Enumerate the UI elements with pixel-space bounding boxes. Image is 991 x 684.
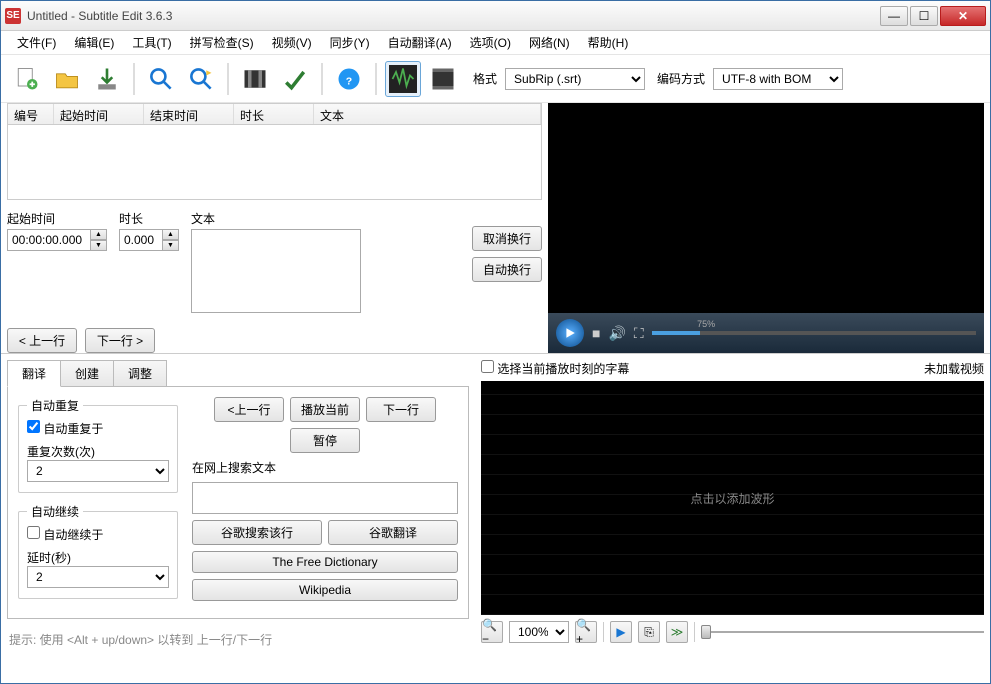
zoom-in-button[interactable]: 🔍+ [575, 621, 597, 643]
free-dictionary-button[interactable]: The Free Dictionary [192, 551, 458, 573]
format-select[interactable]: SubRip (.srt) [505, 68, 645, 90]
tab-create[interactable]: 创建 [60, 360, 114, 386]
new-file-button[interactable] [9, 61, 45, 97]
delay-select[interactable]: 2 [27, 566, 169, 588]
menu-autotranslate[interactable]: 自动翻译(A) [380, 32, 460, 53]
menu-video[interactable]: 视频(V) [264, 32, 320, 53]
col-duration: 时长 [234, 104, 314, 124]
menu-spellcheck[interactable]: 拼写检查(S) [182, 32, 262, 53]
menu-file[interactable]: 文件(F) [9, 32, 64, 53]
app-icon: SE [5, 8, 21, 24]
text-label: 文本 [191, 210, 460, 227]
menu-edit[interactable]: 编辑(E) [66, 32, 122, 53]
no-video-label: 未加载视频 [924, 360, 984, 377]
waveform-button[interactable] [385, 61, 421, 97]
pause-button[interactable]: 暂停 [290, 428, 360, 453]
prev-line-button[interactable]: < 上一行 [7, 328, 77, 353]
bottom-tabs: 翻译 创建 调整 [7, 360, 469, 387]
search-label: 在网上搜索文本 [192, 459, 458, 476]
duration-label: 时长 [119, 210, 179, 227]
zoom-select[interactable]: 100% [509, 621, 569, 643]
window-title: Untitled - Subtitle Edit 3.6.3 [27, 9, 880, 23]
save-button[interactable] [89, 61, 125, 97]
menu-sync[interactable]: 同步(Y) [322, 32, 378, 53]
wave-fastforward-button[interactable]: ≫ [666, 621, 688, 643]
encoding-select[interactable]: UTF-8 with BOM [713, 68, 843, 90]
waveform-placeholder: 点击以添加波形 [690, 490, 774, 507]
duration-input[interactable]: ▲▼ [119, 229, 179, 251]
subtitle-grid-header: 编号 起始时间 结束时间 时长 文本 [7, 103, 542, 125]
toolbar: ? 格式 SubRip (.srt) 编码方式 UTF-8 with BOM [1, 55, 990, 103]
col-end: 结束时间 [144, 104, 234, 124]
col-number: 编号 [8, 104, 54, 124]
hint-text: 提示: 使用 <Alt + up/down> 以转到 上一行/下一行 [7, 627, 469, 652]
subtitle-grid[interactable] [7, 125, 542, 200]
search-prev-button[interactable]: <上一行 [214, 397, 284, 422]
select-current-checkbox[interactable]: 选择当前播放时刻的字幕 [481, 360, 629, 377]
wave-play-button[interactable]: ▶ [610, 621, 632, 643]
zoom-out-button[interactable]: 🔍− [481, 621, 503, 643]
menu-help[interactable]: 帮助(H) [580, 32, 637, 53]
autobreak-button[interactable]: 自动换行 [472, 257, 542, 282]
waveform-area[interactable]: 点击以添加波形 [481, 381, 984, 615]
spellcheck-button[interactable] [277, 61, 313, 97]
auto-continue-group: 自动继续 自动继续于 延时(秒) 2 [18, 503, 178, 599]
start-time-label: 起始时间 [7, 210, 107, 227]
google-search-button[interactable]: 谷歌搜索该行 [192, 520, 322, 545]
col-start: 起始时间 [54, 104, 144, 124]
video-panel[interactable]: ■ 🔊 ⛶ 75% [548, 103, 984, 353]
auto-repeat-checkbox[interactable]: 自动重复于 [27, 422, 103, 436]
video-controls: ■ 🔊 ⛶ 75% [548, 313, 984, 353]
play-current-button[interactable]: 播放当前 [290, 397, 360, 422]
tab-translate[interactable]: 翻译 [7, 360, 61, 387]
menubar: 文件(F) 编辑(E) 工具(T) 拼写检查(S) 视频(V) 同步(Y) 自动… [1, 31, 990, 55]
unbreak-button[interactable]: 取消换行 [472, 226, 542, 251]
auto-repeat-group: 自动重复 自动重复于 重复次数(次) 2 [18, 397, 178, 493]
auto-continue-checkbox[interactable]: 自动继续于 [27, 528, 103, 542]
search-text-input[interactable] [192, 482, 458, 514]
encoding-label: 编码方式 [657, 70, 705, 87]
titlebar: SE Untitled - Subtitle Edit 3.6.3 — ☐ ✕ [1, 1, 990, 31]
help-button[interactable]: ? [331, 61, 367, 97]
volume-icon[interactable]: 🔊 [608, 325, 625, 342]
find-button[interactable] [143, 61, 179, 97]
menu-options[interactable]: 选项(O) [462, 32, 519, 53]
svg-text:?: ? [346, 75, 352, 87]
play-button[interactable] [556, 319, 584, 347]
wikipedia-button[interactable]: Wikipedia [192, 579, 458, 601]
subtitle-text-input[interactable] [191, 229, 361, 313]
delay-label: 延时(秒) [27, 549, 169, 566]
repeat-count-label: 重复次数(次) [27, 443, 169, 460]
tab-adjust[interactable]: 调整 [113, 360, 167, 386]
next-line-button[interactable]: 下一行 > [85, 328, 155, 353]
start-time-input[interactable]: ▲▼ [7, 229, 107, 251]
fullscreen-icon[interactable]: ⛶ [634, 325, 644, 342]
maximize-button[interactable]: ☐ [910, 6, 938, 26]
open-file-button[interactable] [49, 61, 85, 97]
col-text: 文本 [314, 104, 541, 124]
repeat-count-select[interactable]: 2 [27, 460, 169, 482]
menu-network[interactable]: 网络(N) [521, 32, 578, 53]
close-button[interactable]: ✕ [940, 6, 986, 26]
video-progress[interactable]: 75% [652, 331, 976, 335]
visual-sync-button[interactable] [237, 61, 273, 97]
wave-slider[interactable] [701, 631, 984, 633]
menu-tools[interactable]: 工具(T) [124, 32, 179, 53]
video-button[interactable] [425, 61, 461, 97]
progress-label: 75% [697, 319, 715, 329]
format-label: 格式 [473, 70, 497, 87]
replace-button[interactable] [183, 61, 219, 97]
google-translate-button[interactable]: 谷歌翻译 [328, 520, 458, 545]
wave-position-button[interactable]: ⎘ [638, 621, 660, 643]
stop-button[interactable]: ■ [592, 325, 600, 341]
search-next-button[interactable]: 下一行 [366, 397, 436, 422]
minimize-button[interactable]: — [880, 6, 908, 26]
